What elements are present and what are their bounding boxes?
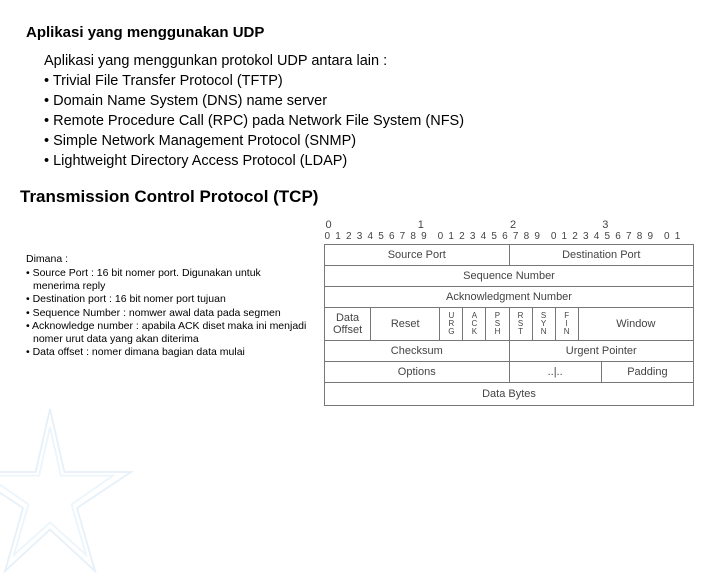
field-urgent-pointer: Urgent Pointer: [509, 341, 694, 362]
tcp-header-diagram: 0 1 2 3 0 1 2 3 4 5 6 7 8 9 0 1 2 3 4 5 …: [324, 219, 694, 406]
flag-fin: FIN: [555, 308, 578, 341]
field-source-port: Source Port: [325, 245, 510, 266]
field-data-bytes: Data Bytes: [325, 383, 694, 406]
list-item: Acknowledge number : apabila ACK diset m…: [26, 320, 310, 346]
dimana-block: Dimana : Source Port : 16 bit nomer port…: [26, 253, 310, 359]
list-item: Simple Network Management Protocol (SNMP…: [44, 131, 694, 151]
field-options-cont: ..|..: [509, 362, 601, 383]
field-checksum: Checksum: [325, 341, 510, 362]
list-item: Lightweight Directory Access Protocol (L…: [44, 151, 694, 171]
field-padding: Padding: [601, 362, 693, 383]
field-sequence-number: Sequence Number: [325, 266, 694, 287]
bit-majors: 0 1 2 3: [325, 219, 694, 231]
field-window: Window: [578, 308, 693, 341]
dimana-list: Source Port : 16 bit nomer port. Digunak…: [26, 267, 310, 359]
flag-urg: URG: [440, 308, 463, 341]
field-dest-port: Destination Port: [509, 245, 694, 266]
section1-title: Aplikasi yang menggunakan UDP: [26, 24, 694, 41]
field-data-offset: Data Offset: [325, 308, 371, 341]
section2-title: Transmission Control Protocol (TCP): [20, 187, 694, 207]
list-item: Source Port : 16 bit nomer port. Digunak…: [26, 267, 310, 293]
list-item: Domain Name System (DNS) name server: [44, 91, 694, 111]
field-options: Options: [325, 362, 510, 383]
flag-rst: RST: [509, 308, 532, 341]
list-item: Destination port : 16 bit nomer port tuj…: [26, 293, 310, 306]
bit-minors: 0 1 2 3 4 5 6 7 8 9 0 1 2 3 4 5 6 7 8 9 …: [325, 231, 694, 242]
background-star-art: [0, 400, 140, 580]
list-item: Remote Procedure Call (RPC) pada Network…: [44, 111, 694, 131]
flag-ack: ACK: [463, 308, 486, 341]
list-item: Data offset : nomer dimana bagian data m…: [26, 346, 310, 359]
udp-app-list: Trivial File Transfer Protocol (TFTP) Do…: [44, 71, 694, 171]
dimana-label: Dimana :: [26, 253, 310, 266]
field-reset: Reset: [371, 308, 440, 341]
bit-scale-row: 0 1 2 3 0 1 2 3 4 5 6 7 8 9 0 1 2 3 4 5 …: [325, 219, 694, 245]
udp-intro-text: Aplikasi yang menggunkan protokol UDP an…: [44, 51, 694, 71]
list-item: Sequence Number : nomwer awal data pada …: [26, 307, 310, 320]
flag-syn: SYN: [532, 308, 555, 341]
udp-intro-block: Aplikasi yang menggunkan protokol UDP an…: [44, 51, 694, 171]
field-ack-number: Acknowledgment Number: [325, 287, 694, 308]
list-item: Trivial File Transfer Protocol (TFTP): [44, 71, 694, 91]
flag-psh: PSH: [486, 308, 509, 341]
